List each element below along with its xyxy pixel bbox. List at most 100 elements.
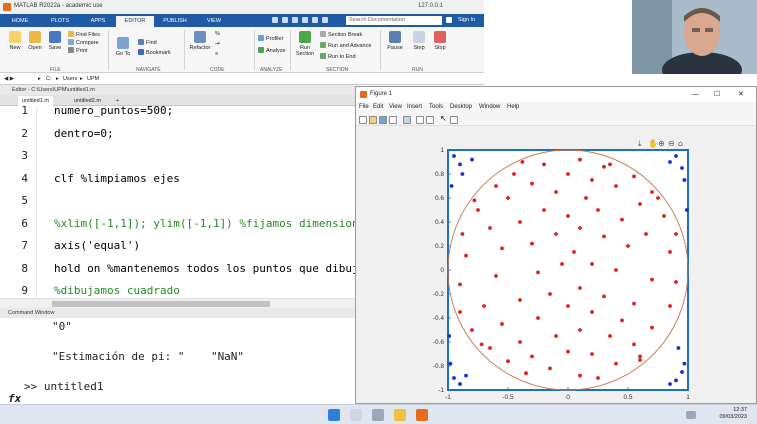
code-line[interactable]: hold on %mantenemos todos los puntos que…: [54, 262, 355, 275]
scrollbar-thumb[interactable]: [52, 301, 270, 307]
quick-paste-icon[interactable]: [302, 17, 308, 23]
axes-toolbar-icon[interactable]: ⊕: [658, 139, 665, 148]
new-figure-icon[interactable]: [359, 116, 367, 124]
inside-point: [530, 241, 534, 246]
inside-point: [554, 190, 558, 194]
back-arrow-icon[interactable]: ◀ ▶: [4, 73, 14, 85]
menu-tools[interactable]: Tools: [429, 102, 443, 113]
quick-redo-icon[interactable]: [322, 17, 328, 23]
tab-editor[interactable]: EDITOR: [116, 16, 154, 27]
file-explorer-icon[interactable]: [394, 409, 406, 421]
system-tray-icon[interactable]: [686, 411, 696, 419]
system-clock[interactable]: 12:37 09/03/2023: [719, 407, 747, 421]
help-icon[interactable]: [446, 17, 452, 23]
link-plot-icon[interactable]: [403, 116, 411, 124]
insert-colorbar-icon[interactable]: [416, 116, 424, 124]
edit-plot-arrow-icon[interactable]: ↖: [440, 114, 448, 123]
stop-button[interactable]: Stop: [430, 31, 450, 51]
quick-undo-icon[interactable]: [312, 17, 318, 23]
address-bar[interactable]: ◀ ▶ ▸ C: ▸ Users ▸ UPM: [0, 73, 484, 85]
menu-edit[interactable]: Edit: [373, 102, 383, 113]
editor-horizontal-scrollbar[interactable]: [0, 298, 355, 308]
new-tab-button[interactable]: +: [112, 96, 123, 106]
find-button[interactable]: Find: [138, 39, 157, 47]
command-prompt-line[interactable]: >> untitled1: [24, 380, 103, 393]
editor-tab-untitled2[interactable]: untitled2.m: [70, 96, 105, 106]
print-figure-icon[interactable]: [389, 116, 397, 124]
insert-legend-icon[interactable]: [426, 116, 434, 124]
profiler-button[interactable]: Profiler: [258, 35, 283, 43]
open-button[interactable]: Open: [26, 31, 44, 51]
search-documentation-input[interactable]: Search Documentation: [346, 16, 442, 25]
address-seg-upm[interactable]: UPM: [87, 73, 99, 85]
code-line[interactable]: %dibujamos cuadrado: [54, 284, 180, 297]
code-line[interactable]: numero_puntos=500;: [54, 106, 173, 117]
code-comment-icon[interactable]: %: [215, 31, 220, 38]
code-line[interactable]: clf %limpiamos ejes: [54, 172, 180, 185]
axes-toolbar-icon[interactable]: ⤓: [638, 139, 642, 148]
sign-in-link[interactable]: Sign In: [458, 16, 475, 25]
step-button[interactable]: Step: [409, 31, 429, 51]
menu-file[interactable]: File: [359, 102, 369, 113]
open-file-icon[interactable]: [369, 116, 377, 124]
inside-point: [608, 334, 612, 338]
refactor-button[interactable]: Refactor: [188, 31, 212, 51]
editor-tab-untitled1[interactable]: untitled1.m: [18, 96, 53, 106]
axes-toolbar-icon[interactable]: ✋: [648, 138, 658, 148]
code-line[interactable]: axis('equal'): [54, 239, 140, 252]
task-view-icon[interactable]: [372, 409, 384, 421]
print-button[interactable]: Print: [68, 47, 87, 55]
inside-point: [530, 181, 534, 186]
goto-button[interactable]: Go To: [113, 37, 133, 57]
run-section-button[interactable]: Run Section: [293, 31, 317, 57]
command-window[interactable]: "0" "Estimación de pi: " "NaN" >> untitl…: [0, 318, 355, 405]
search-icon[interactable]: [350, 409, 362, 421]
quick-save-icon[interactable]: [272, 17, 278, 23]
section-break-button[interactable]: Section Break: [320, 31, 362, 39]
inside-point: [524, 371, 528, 376]
menu-view[interactable]: View: [389, 102, 402, 113]
code-line[interactable]: dentro=0;: [54, 127, 114, 140]
matlab-taskbar-icon[interactable]: [416, 409, 428, 421]
code-indent-icon[interactable]: ⇥: [215, 41, 220, 48]
run-advance-button[interactable]: Run and Advance: [320, 42, 371, 50]
find-files-button[interactable]: Find Files: [68, 31, 100, 39]
tab-apps[interactable]: APPS: [80, 16, 116, 27]
new-button[interactable]: New: [6, 31, 24, 51]
tab-publish[interactable]: PUBLISH: [154, 16, 196, 27]
scatter-plot[interactable]: ⤓ ✋ ⊕ ⊖ ⌂ -1 -0.5 0 0.5 1 1 0.8 0.6 0.4 0.2 0 -0.2 -0.4 -0…: [356, 126, 756, 403]
run-to-end-button[interactable]: Run to End: [320, 53, 356, 61]
bookmark-button[interactable]: Bookmark: [138, 49, 171, 57]
save-button[interactable]: Save: [46, 31, 64, 51]
code-editor[interactable]: 1 numero_puntos=500; 2 dentro=0; 3 4 clf %limp…: [0, 106, 355, 300]
axes-toolbar-icon[interactable]: ⊖: [668, 139, 675, 148]
start-windows-icon[interactable]: [328, 409, 340, 421]
axes-toolbar-icon[interactable]: ⌂: [678, 139, 683, 148]
analyze-button[interactable]: Analyze: [258, 47, 286, 55]
tab-plots[interactable]: PLOTS: [40, 16, 80, 27]
address-seg-drive[interactable]: C:: [46, 73, 52, 85]
quick-cut-icon[interactable]: [282, 17, 288, 23]
ribbon-divider: [254, 30, 255, 70]
address-seg-users[interactable]: Users: [63, 73, 77, 85]
code-format-icon[interactable]: ≡: [215, 51, 218, 58]
maximize-button[interactable]: ☐: [714, 87, 720, 102]
tab-view[interactable]: VIEW: [196, 16, 232, 27]
minimize-button[interactable]: —: [692, 87, 699, 102]
close-button[interactable]: ✕: [738, 87, 744, 102]
menu-desktop[interactable]: Desktop: [450, 102, 472, 113]
open-property-inspector-icon[interactable]: [450, 116, 458, 124]
quick-copy-icon[interactable]: [292, 17, 298, 23]
inside-point: [590, 310, 594, 314]
tab-home[interactable]: HOME: [0, 16, 40, 27]
figure-canvas[interactable]: ⤓ ✋ ⊕ ⊖ ⌂ -1 -0.5 0 0.5 1 1 0.8 0.6 0.4 0.2 0 -0.2 -0.4 -0…: [356, 126, 756, 403]
pause-button[interactable]: Pause: [385, 31, 405, 51]
code-line[interactable]: %xlim([-1,1]); ylim([-1,1]) %fijamos dim…: [54, 217, 355, 230]
inside-point: [494, 274, 498, 278]
compare-button[interactable]: Compare: [68, 39, 99, 47]
print-icon: [68, 47, 74, 53]
save-figure-icon[interactable]: [379, 116, 387, 124]
menu-insert[interactable]: Insert: [407, 102, 422, 113]
menu-help[interactable]: Help: [507, 102, 519, 113]
menu-window[interactable]: Window: [479, 102, 500, 113]
